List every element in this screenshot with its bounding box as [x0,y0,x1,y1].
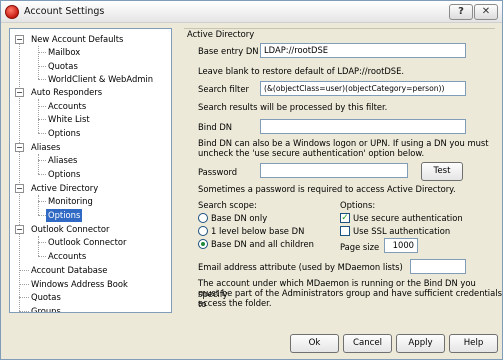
tree-item-monitoring[interactable]: Monitoring [48,195,93,208]
account-settings-window: Account Settings ? ✕ − New Account Defau… [0,0,503,360]
tree-guide-line [38,154,39,174]
tree-item-options[interactable]: Options [48,168,80,181]
group-title: Active Directory [187,29,255,39]
tree-guide-line [19,284,29,285]
search-filter-label: Search filter [198,84,249,94]
tree-item-mailbox[interactable]: Mailbox [48,46,80,59]
footer-note-line-3: access the folder. [198,298,272,308]
radio-base-dn-all-children-label: Base DN and all children [211,239,314,249]
secure-auth-checkbox[interactable]: ✓ [340,213,350,223]
close-button[interactable]: ✕ [474,4,498,20]
tree-item-white-list[interactable]: White List [48,113,90,126]
password-label: Password [198,167,238,177]
ok-button[interactable]: Ok [290,334,339,353]
tree-guide-line [38,215,46,216]
ssl-auth-label: Use SSL authentication [353,226,451,236]
tree-guide-line [38,52,46,53]
help-button[interactable]: Help [449,334,498,353]
radio-base-dn-all-children[interactable] [198,239,208,249]
tree-item-options[interactable]: Options [48,127,80,140]
collapse-icon[interactable]: − [15,184,24,193]
search-filter-input[interactable]: (&(objectClass=user)(objectCategory=pers… [260,81,466,96]
base-entry-input[interactable]: LDAP://rootDSE [260,43,466,58]
tree-guide-line [19,311,29,312]
tree-item-account-database[interactable]: Account Database [31,264,107,277]
ssl-auth-checkbox[interactable] [340,226,350,236]
tree-item-outlook-connector[interactable]: Outlook Connector [48,236,126,249]
tree-guide-line [38,195,39,215]
radio-base-dn-only[interactable] [198,213,208,223]
tree-guide-line [19,270,29,271]
help-titlebar-button[interactable]: ? [449,4,473,20]
tree-guide-line [19,41,20,312]
tree-guide-line [38,242,46,243]
tree-item-quotas[interactable]: Quotas [48,60,78,73]
tree-item-accounts[interactable]: Accounts [48,100,86,113]
tree-guide-line [38,66,46,67]
radio-one-level-below-label: 1 level below base DN [211,226,305,236]
settings-tree[interactable]: − New Account Defaults Mailbox Quotas Wo… [9,28,172,313]
mdaemon-app-icon [5,5,19,19]
tree-item-windows-address-book[interactable]: Windows Address Book [31,278,128,291]
tree-guide-line [38,119,46,120]
password-input[interactable] [260,163,408,178]
tree-item-auto-responders[interactable]: Auto Responders [31,86,102,99]
collapse-icon[interactable]: − [15,225,24,234]
bind-dn-note-line-1: Bind DN can also be a Windows logon or U… [198,138,489,148]
tree-guide-line [38,79,46,80]
collapse-icon[interactable]: − [15,88,24,97]
search-filter-note: Search results will be processed by this… [198,102,388,112]
tree-item-new-account-defaults[interactable]: New Account Defaults [31,33,123,46]
tree-guide-line [38,160,46,161]
tree-item-worldclient-webadmin[interactable]: WorldClient & WebAdmin [48,73,153,86]
tree-guide-line [38,46,39,79]
tree-item-options-selected[interactable]: Options [46,209,83,222]
bind-dn-note-line-2: uncheck the 'use secure authentication' … [198,148,425,158]
tree-item-aliases[interactable]: Aliases [48,154,77,167]
tree-guide-line [38,133,46,134]
test-button[interactable]: Test [421,162,463,181]
base-entry-label: Base entry DN [198,46,259,56]
search-scope-label: Search scope: [198,200,257,210]
tree-item-groups[interactable]: Groups [31,305,61,312]
tree-item-active-directory[interactable]: Active Directory [31,182,98,195]
window-title: Account Settings [24,6,105,17]
radio-base-dn-only-label: Base DN only [211,213,268,223]
secure-auth-label: Use secure authentication [353,213,463,223]
apply-button[interactable]: Apply [396,334,445,353]
tree-guide-line [19,297,29,298]
tree-item-aliases-group[interactable]: Aliases [31,141,60,154]
tree-item-accounts[interactable]: Accounts [48,250,86,263]
collapse-icon[interactable]: − [15,35,24,44]
tree-guide-line [38,256,46,257]
tree-item-outlook-connector-group[interactable]: Outlook Connector [31,223,109,236]
tree-guide-line [38,174,46,175]
tree-item-quotas[interactable]: Quotas [31,291,61,304]
page-size-input[interactable]: 1000 [384,238,418,253]
cancel-button[interactable]: Cancel [343,334,392,353]
bind-dn-input[interactable] [260,119,466,134]
tree-guide-line [38,99,39,133]
tree-guide-line [38,106,46,107]
password-note: Sometimes a password is required to acce… [198,184,456,194]
tree-guide-line [38,236,39,256]
email-attr-input[interactable] [410,259,466,274]
base-entry-note: Leave blank to restore default of LDAP:/… [198,66,405,76]
options-label: Options: [340,200,376,210]
tree-guide-line [38,201,46,202]
collapse-icon[interactable]: − [15,143,24,152]
bind-dn-label: Bind DN [198,122,233,132]
radio-one-level-below[interactable] [198,226,208,236]
page-size-label: Page size [340,242,380,252]
title-bar[interactable]: Account Settings ? ✕ [1,1,502,23]
email-attr-label: Email address attribute (used by MDaemon… [198,262,403,272]
